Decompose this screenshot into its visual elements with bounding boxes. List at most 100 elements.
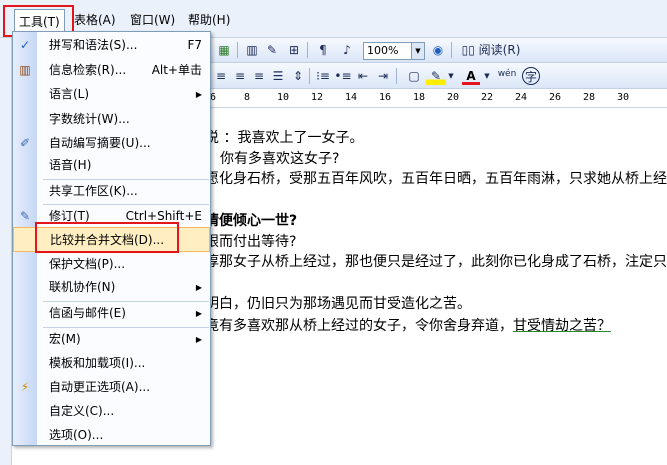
toolbar-separator — [309, 68, 310, 84]
ruler-tick-label: 26 — [549, 92, 562, 103]
submenu-arrow-icon: ▶ — [195, 90, 202, 99]
document-line: 情便倾心一世? — [205, 213, 298, 229]
ruler-tick-label: 8 — [244, 92, 251, 103]
font-color-icon[interactable]: A — [462, 67, 480, 85]
menu-item-label: 信函与邮件(E) — [49, 306, 126, 320]
ruler-tick-label: 22 — [481, 92, 494, 103]
menu-item-macro[interactable]: 宏(M) ▶ — [13, 327, 210, 352]
menu-item-shortcut: Alt+单击 — [151, 63, 202, 77]
document-text: 竟有多喜欢那从桥上经过的女子，令你舍身弃道， — [205, 318, 513, 334]
align-center-icon[interactable]: ≡ — [212, 67, 230, 85]
research-books-icon: ▥ — [19, 63, 31, 77]
justify-icon[interactable]: ≡ — [250, 67, 268, 85]
ruler-tick-label: 10 — [277, 92, 290, 103]
menu-item-speech[interactable]: 语音(H) — [13, 153, 210, 178]
format-painter-icon[interactable]: ♪ — [338, 41, 356, 59]
chevron-down-icon[interactable]: ▼ — [446, 67, 456, 85]
ruler-tick-label: 18 — [413, 92, 426, 103]
menu-item-label: 宏(M) — [49, 332, 81, 346]
menu-help[interactable]: 帮助(H) — [188, 11, 230, 29]
autocorrect-icon: ⚡ — [20, 380, 30, 394]
phonetic-guide-icon[interactable]: wén — [496, 65, 518, 83]
document-map-icon[interactable]: ⊞ — [286, 41, 302, 59]
menu-item-protect-document[interactable]: 保护文档(P)... — [13, 252, 210, 277]
drawing-icon[interactable]: ✎ — [264, 41, 280, 59]
autosummarize-icon: ✐ — [19, 136, 31, 150]
menu-item-label: 联机协作(N) — [49, 280, 116, 294]
annotation-box-compare-merge — [35, 222, 179, 253]
excel-table-icon[interactable]: ▦ — [215, 41, 233, 59]
document-line: 明白，仍旧只为那场遇见而甘受造化之苦。 — [205, 296, 471, 312]
bullets-icon[interactable]: •≡ — [334, 67, 352, 85]
menu-item-shared-workspace[interactable]: 共享工作区(K)... — [13, 179, 210, 204]
menu-item-label: 字数统计(W)... — [49, 112, 130, 126]
columns-icon[interactable]: ▥ — [244, 41, 260, 59]
document-line: 愿化身石桥，受那五百年风吹，五百年日晒，五百年雨淋，只求她从桥上经 — [205, 171, 667, 187]
ruler-tick-label: 20 — [447, 92, 460, 103]
menu-window[interactable]: 窗口(W) — [130, 11, 175, 29]
menu-item-shortcut: F7 — [187, 38, 202, 52]
menu-item-label: 模板和加载项(I)... — [49, 356, 146, 370]
highlight-icon[interactable]: ✎ — [426, 67, 446, 85]
menu-item-label: 信息检索(R)... — [49, 63, 127, 77]
ruler-tick-label: 16 — [379, 92, 392, 103]
menu-item-word-count[interactable]: 字数统计(W)... — [13, 107, 210, 132]
document-line: 眼而付出等待? — [205, 234, 297, 250]
help-icon[interactable]: ◉ — [430, 41, 446, 59]
ruler-tick-label: 12 — [311, 92, 324, 103]
menu-item-label: 共享工作区(K)... — [49, 184, 138, 198]
distribute-icon[interactable]: ☰ — [269, 67, 287, 85]
menu-item-label: 保护文档(P)... — [49, 257, 126, 271]
book-icon: ▯▯ — [461, 43, 475, 57]
spelling-check-icon: ✓ — [19, 38, 31, 52]
toolbar-separator — [307, 42, 308, 58]
menu-item-label: 选项(O)... — [49, 428, 104, 442]
enclose-characters-icon[interactable]: 字 — [522, 67, 540, 85]
menu-item-language[interactable]: 语言(L) ▶ — [13, 82, 210, 107]
chevron-down-icon[interactable]: ▼ — [482, 67, 492, 85]
menu-item-letters-mailings[interactable]: 信函与邮件(E) ▶ — [13, 301, 210, 326]
left-gutter — [0, 38, 12, 465]
chevron-down-icon[interactable]: ▼ — [411, 43, 424, 59]
ruler-tick-label: 30 — [617, 92, 630, 103]
numbering-icon[interactable]: ⁝≡ — [314, 67, 332, 85]
submenu-arrow-icon: ▶ — [195, 335, 202, 344]
menu-item-templates-addins[interactable]: 模板和加载项(I)... — [13, 351, 210, 376]
formatting-toolbar: ≡ ≡ ≡ ☰ ⇕ ⁝≡ •≡ ⇤ ⇥ ▢ ✎ ▼ A ▼ wén 字 — [210, 63, 667, 89]
read-button[interactable]: ▯▯ 阅读(R) — [458, 41, 524, 59]
ruler-tick-label: 28 — [583, 92, 596, 103]
zoom-select[interactable]: 100% ▼ — [363, 42, 425, 60]
borders-icon[interactable]: ▢ — [405, 67, 423, 85]
menu-item-autocorrect-options[interactable]: ⚡ 自动更正选项(A)... — [13, 375, 210, 400]
menu-item-label: 语音(H) — [49, 158, 92, 172]
track-changes-icon: ✎ — [19, 209, 31, 223]
menu-item-research[interactable]: ▥ 信息检索(R)... Alt+单击 — [13, 58, 210, 83]
menu-item-customize[interactable]: 自定义(C)... — [13, 399, 210, 424]
horizontal-ruler[interactable]: 6 8 10 12 14 16 18 20 22 24 26 28 30 — [210, 89, 667, 108]
menu-item-options[interactable]: 选项(O)... — [13, 423, 210, 448]
menu-item-online-collaboration[interactable]: 联机协作(N) ▶ — [13, 275, 210, 300]
document-line: 竟有多喜欢那从桥上经过的女子，令你舍身弃道，甘受情劫之苦？ — [205, 317, 611, 335]
decrease-indent-icon[interactable]: ⇤ — [354, 67, 372, 85]
increase-indent-icon[interactable]: ⇥ — [374, 67, 392, 85]
read-label: 阅读(R) — [478, 43, 521, 57]
document-line: 说 ：我喜欢上了一女子。 — [205, 130, 364, 146]
ruler-tick-label: 24 — [515, 92, 528, 103]
document-line: 你有多喜欢这女子? — [220, 151, 340, 167]
menu-item-label: 自定义(C)... — [49, 404, 115, 418]
align-right-icon[interactable]: ≡ — [231, 67, 249, 85]
show-hide-paragraph-icon[interactable]: ¶ — [314, 41, 332, 59]
line-spacing-icon[interactable]: ⇕ — [290, 67, 306, 85]
document-text-underlined: 甘受情劫之苦？ — [513, 318, 611, 334]
toolbar-separator — [396, 68, 397, 84]
menu-item-label: 拼写和语法(S)... — [49, 38, 138, 52]
document-line: 淳那女子从桥上经过，那也便只是经过了，此刻你已化身成了石桥，注定只与 — [205, 254, 667, 270]
toolbar-separator — [237, 42, 238, 58]
menu-item-spelling-grammar[interactable]: ✓ 拼写和语法(S)... F7 — [13, 33, 210, 58]
menu-table[interactable]: 表格(A) — [74, 11, 116, 29]
ruler-tick-label: 14 — [345, 92, 358, 103]
menu-item-label: 自动更正选项(A)... — [49, 380, 151, 394]
submenu-arrow-icon: ▶ — [195, 283, 202, 292]
standard-toolbar: ▦ ▥ ✎ ⊞ ¶ ♪ 100% ▼ ◉ ▯▯ 阅读(R) — [210, 38, 667, 63]
zoom-value: 100% — [367, 44, 399, 57]
